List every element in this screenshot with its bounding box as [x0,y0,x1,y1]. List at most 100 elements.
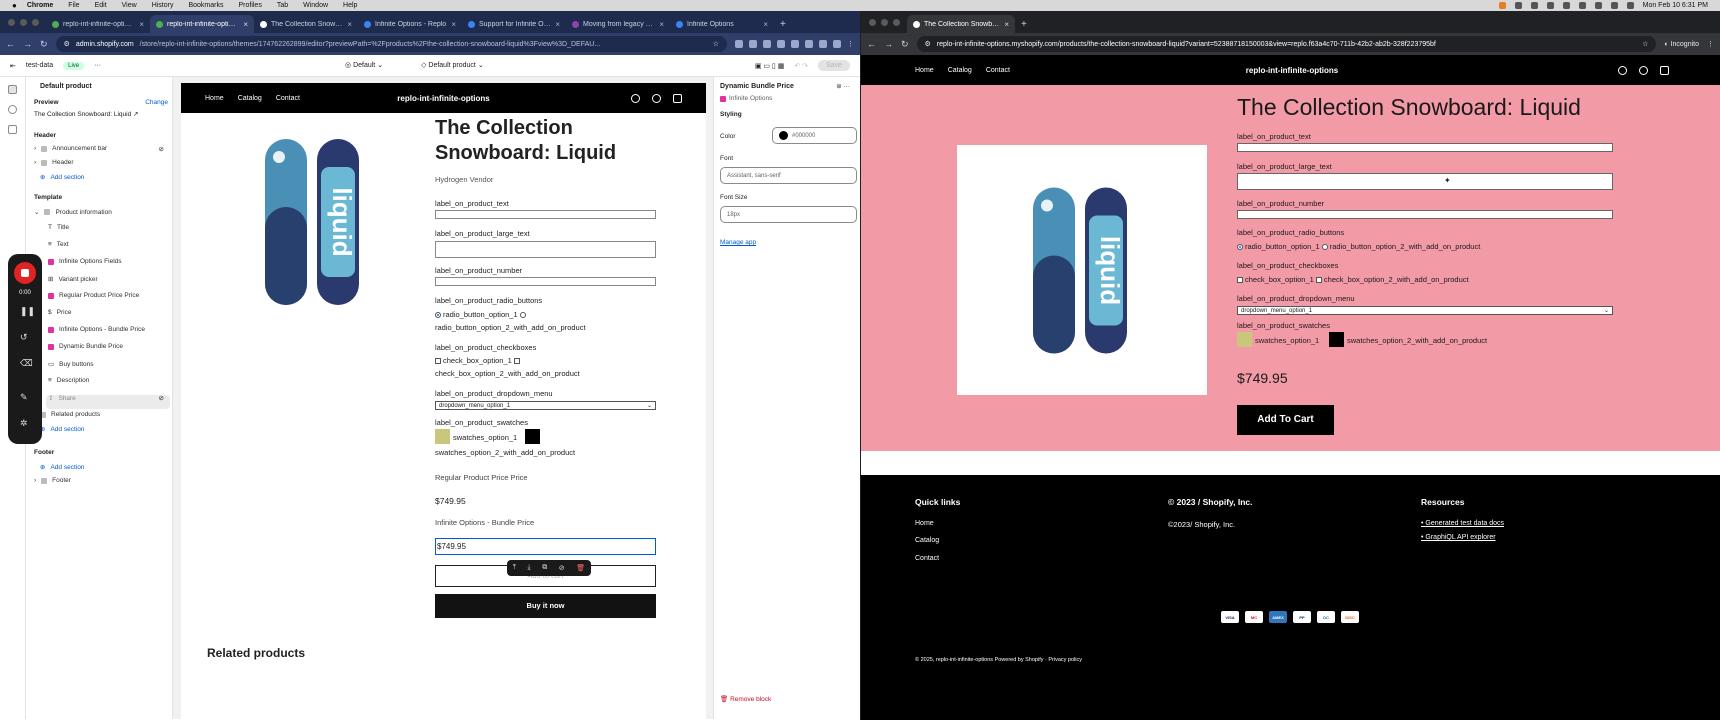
forward-icon[interactable]: → [23,39,32,49]
menu-app[interactable]: Chrome [27,2,53,9]
nav-catalog[interactable]: Catalog [238,95,262,102]
cart-icon[interactable] [673,93,682,103]
close-tab-icon[interactable]: × [243,20,248,29]
control-center-icon[interactable] [1626,2,1634,9]
close-tab-icon[interactable]: × [139,20,144,29]
stop-recording-button[interactable] [14,262,36,284]
save-button[interactable]: Save [818,60,850,71]
checkbox-option-2[interactable]: check_box_option_2_with_add_on_product [1315,275,1469,284]
menu-help[interactable]: Help [343,2,357,9]
font-size-input[interactable]: 18px [720,206,857,223]
more-menu-icon[interactable]: ⋮ [1707,40,1714,48]
footer-link-home[interactable]: Home [915,520,934,527]
site-info-icon[interactable]: ⚙ [925,40,931,48]
nav-home[interactable]: Home [915,67,934,74]
number-input[interactable] [435,277,656,286]
close-tab-icon[interactable]: × [763,20,768,29]
incognito-icon[interactable]: ◐ Incognito [1664,41,1699,48]
remove-block-button[interactable]: 🗑 Remove block [720,695,771,703]
recording-icon[interactable] [1498,2,1506,9]
dropdown-select[interactable]: dropdown_menu_option_1 ⌄ [435,401,656,410]
dropdown-select[interactable]: dropdown_menu_option_1 ⌄ [1237,306,1613,315]
close-tab-icon[interactable]: × [1004,20,1009,29]
hide-icon[interactable]: ⊘ [559,564,565,572]
sidebar-block-price[interactable]: $ Price [48,309,71,316]
extension-icon[interactable] [833,40,841,48]
number-input[interactable] [1237,210,1613,219]
large-text-input[interactable] [1237,173,1613,190]
restart-icon[interactable]: ↺ [20,332,28,343]
menu-tab[interactable]: Tab [277,2,288,9]
buy-now-button[interactable]: Buy it now [435,594,656,618]
device-toggle-icons[interactable]: ▣ ▭ ▯ ▦ [755,62,785,70]
extension-icon[interactable] [805,40,813,48]
settings-icon[interactable] [1514,2,1522,9]
sidebar-block-buy-buttons[interactable]: ▭ Buy buttons [48,360,93,369]
bookmark-star-icon[interactable]: ☆ [1642,40,1648,48]
extension-icon[interactable] [735,40,743,48]
move-up-icon[interactable]: ⤒ [513,564,516,572]
add-to-cart-button[interactable]: Add To Cart [1237,405,1334,435]
sidebar-block-title[interactable]: T Title [48,224,69,231]
close-window-icon[interactable] [869,19,876,26]
text-input[interactable] [1237,143,1613,152]
reload-icon[interactable]: ↻ [901,39,909,50]
draw-icon[interactable]: ✎ [20,392,28,403]
add-section-button[interactable]: ⊕ Add section [40,425,84,434]
browser-tab[interactable]: The Collection Snowboard× [254,15,358,33]
menu-window[interactable]: Window [303,2,328,9]
browser-tab[interactable]: Moving from legacy bund × [566,15,670,33]
menu-file[interactable]: File [68,2,79,9]
browser-tab-active[interactable]: replo-int-infinite-options × [150,15,254,33]
swatch-option-2[interactable] [525,429,540,444]
back-icon[interactable]: ← [867,39,876,49]
extension-icon[interactable] [819,40,827,48]
product-image[interactable]: liquid [957,145,1207,395]
radio-option-1[interactable]: radio_button_option_1 [435,310,528,319]
minimize-window-icon[interactable] [20,19,27,26]
sidebar-block-share[interactable]: ⇪ Share [48,394,76,403]
hidden-eye-icon[interactable]: ⊘ [159,394,164,402]
apple-icon[interactable]: ● [12,1,17,10]
nav-contact[interactable]: Contact [986,67,1010,74]
browser-tab[interactable]: Infinite Options × [670,15,774,33]
browser-tab-active[interactable]: The Collection Snowboard: Li× [907,15,1015,33]
new-tab-icon[interactable]: + [774,19,792,33]
swatch-option-1[interactable] [1237,332,1252,347]
nav-home[interactable]: Home [205,95,224,102]
radio-option-2[interactable]: radio_button_option_2_with_add_on_produc… [435,323,586,332]
hidden-eye-icon[interactable]: ⊘ [159,145,164,153]
site-info-icon[interactable]: ⚙ [64,40,70,48]
more-menu-icon[interactable]: ⋮ [847,40,854,48]
footer-link-catalog[interactable]: Catalog [915,537,939,544]
sidebar-block-dynamic-bundle-price[interactable]: Dynamic Bundle Price [48,343,123,350]
text-input[interactable] [435,210,656,219]
close-tab-icon[interactable]: × [555,20,560,29]
footer-link-test-data-docs[interactable]: • Generated test data docs [1421,520,1504,527]
template-select[interactable]: ◇ Default product ⌄ [421,61,484,69]
browser-tab[interactable]: replo-int-infinite-options × [46,15,150,33]
cloud-icon[interactable] [1546,2,1554,9]
footer-link-contact[interactable]: Contact [915,555,939,562]
dynamic-bundle-price-selected[interactable]: $749.95 [435,538,656,555]
checkbox-option-1[interactable]: check_box_option_1 [1237,275,1314,284]
large-text-input[interactable] [435,241,656,258]
exit-icon[interactable]: ⇤ [10,62,16,70]
checkbox-option-2[interactable]: check_box_option_2_with_add_on_product [435,369,580,378]
extension-icon[interactable] [791,40,799,48]
move-down-icon[interactable]: ⤓ [528,564,531,572]
sidebar-item-product-information[interactable]: ⌄ Product information [34,208,112,217]
effects-icon[interactable]: ✲ [20,418,28,429]
sidebar-block-regular-price[interactable]: Regular Product Price Price [48,292,139,299]
nav-catalog[interactable]: Catalog [948,67,972,74]
sidebar-block-variant-picker[interactable]: ⊞ Variant picker [48,275,98,284]
nav-contact[interactable]: Contact [276,95,300,102]
sections-icon[interactable] [8,85,17,94]
url-input[interactable]: ⚙ replo-int-infinite-options.myshopify.c… [916,36,1657,52]
search-icon[interactable] [1618,65,1627,75]
sidebar-block-infinite-options-fields[interactable]: Infinite Options Fields [48,258,122,265]
font-input[interactable]: Assistant, sans-serif [720,167,857,184]
extension-icon[interactable] [763,40,771,48]
delete-icon[interactable]: 🗑 [576,564,585,572]
sidebar-item-related-products[interactable]: Related products [40,411,100,418]
